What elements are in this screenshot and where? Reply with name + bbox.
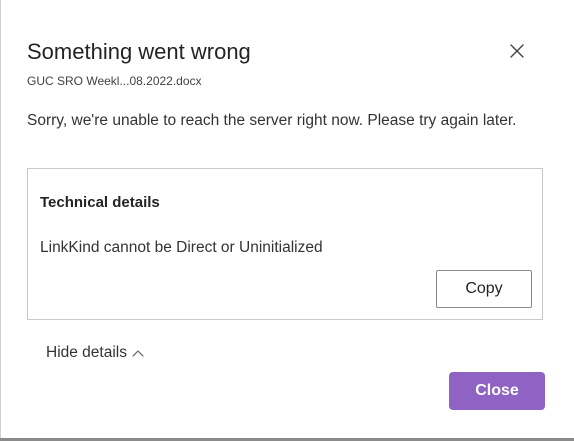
- close-button[interactable]: Close: [449, 372, 545, 410]
- hide-details-toggle[interactable]: Hide details: [46, 344, 144, 362]
- close-x-icon: [510, 44, 524, 58]
- dialog-title: Something went wrong: [27, 39, 251, 64]
- close-icon[interactable]: [505, 39, 529, 63]
- copy-button[interactable]: Copy: [436, 270, 532, 308]
- technical-details-heading: Technical details: [40, 194, 160, 211]
- error-message: Sorry, we're unable to reach the server …: [27, 112, 517, 129]
- hide-details-label: Hide details: [46, 344, 127, 361]
- dialog-left-border: [0, 0, 1, 441]
- technical-details-text: LinkKind cannot be Direct or Uninitializ…: [40, 239, 323, 256]
- chevron-up-icon: [132, 350, 144, 357]
- technical-details-panel: Technical details LinkKind cannot be Dir…: [27, 168, 543, 320]
- error-dialog: Something went wrong GUC SRO Weekl...08.…: [0, 0, 574, 441]
- file-name: GUC SRO Weekl...08.2022.docx: [27, 74, 202, 88]
